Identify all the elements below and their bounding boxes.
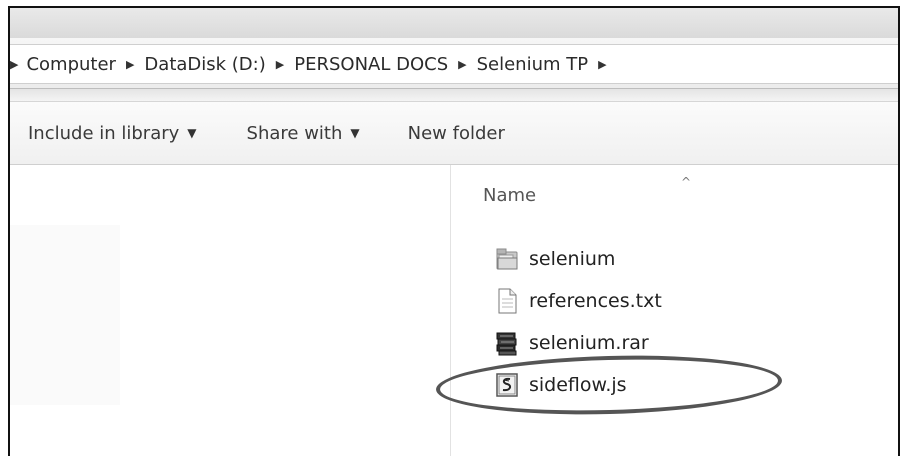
new-folder-button[interactable]: New folder — [408, 123, 505, 144]
chevron-down-icon: ▼ — [187, 126, 197, 140]
breadcrumb-arrow-icon[interactable]: ▶ — [598, 58, 606, 71]
navigation-pane[interactable] — [10, 165, 451, 456]
share-with-button[interactable]: Share with ▼ — [247, 123, 360, 144]
breadcrumb-computer[interactable]: Computer — [26, 54, 115, 75]
command-bar: Include in library ▼ Share with ▼ New fo… — [10, 102, 898, 165]
address-bar: ▶ Computer ▶ DataDisk (D:) ▶ PERSONAL DO… — [10, 38, 898, 89]
folder-icon — [496, 248, 518, 270]
text-file-icon — [498, 288, 517, 314]
file-list-pane: Name ^ selenium references.txt selenium.… — [451, 165, 898, 456]
breadcrumb-arrow-icon[interactable]: ▶ — [458, 58, 466, 71]
list-item[interactable]: references.txt — [495, 280, 662, 322]
breadcrumb-personal-docs[interactable]: PERSONAL DOCS — [294, 54, 448, 75]
breadcrumb-selenium-tp[interactable]: Selenium TP — [477, 54, 589, 75]
list-item[interactable]: selenium — [495, 238, 662, 280]
archive-icon — [496, 332, 517, 356]
breadcrumb-arrow-icon[interactable]: ▶ — [126, 58, 134, 71]
sort-ascending-icon: ^ — [681, 175, 692, 189]
chevron-down-icon: ▼ — [350, 126, 360, 140]
title-bar — [10, 8, 898, 39]
breadcrumb-datadisk[interactable]: DataDisk (D:) — [144, 54, 265, 75]
column-header-name[interactable]: Name — [483, 185, 536, 206]
include-in-library-button[interactable]: Include in library ▼ — [28, 123, 197, 144]
breadcrumb-arrow-icon[interactable]: ▶ — [10, 58, 18, 71]
breadcrumb-arrow-icon[interactable]: ▶ — [276, 58, 284, 71]
breadcrumb[interactable]: ▶ Computer ▶ DataDisk (D:) ▶ PERSONAL DO… — [10, 44, 898, 84]
address-band — [10, 89, 898, 102]
